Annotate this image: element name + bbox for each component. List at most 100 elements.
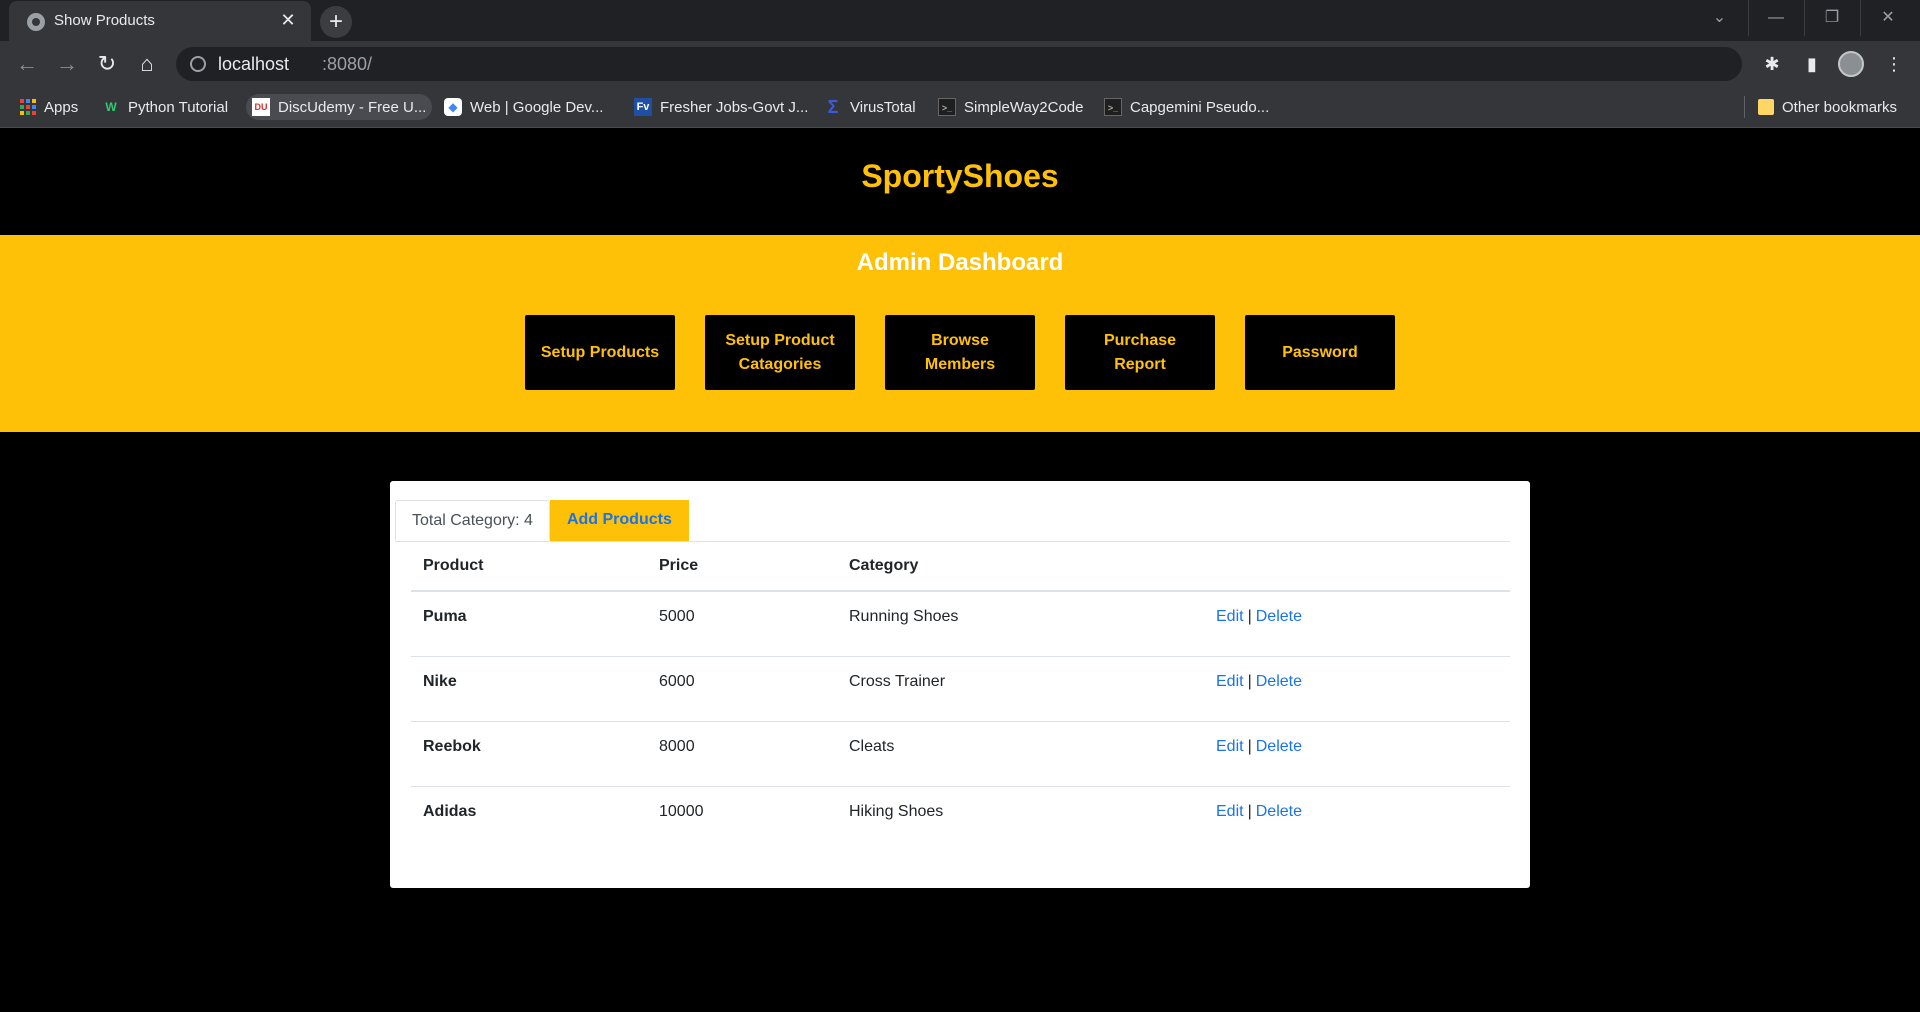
- tab-total-category[interactable]: Total Category: 4: [395, 500, 550, 541]
- action-separator: |: [1247, 802, 1252, 820]
- url-host: localhost: [218, 54, 290, 74]
- bookmark-label: Apps: [44, 98, 79, 116]
- bookmark-label: SimpleWay2Code: [964, 98, 1084, 116]
- product-category: Hiking Shoes: [849, 802, 944, 820]
- row-actions: Edit | Delete: [1204, 656, 1510, 722]
- extensions-puzzle-icon[interactable]: ✱: [1758, 50, 1786, 78]
- action-separator: |: [1247, 672, 1252, 690]
- bookmark-apps[interactable]: Apps: [14, 94, 84, 120]
- browser-toolbar: ← → ↻ ⌂ localhost :8080/ ✱ ▮ ⋮: [0, 41, 1920, 86]
- browser-tabstrip: Show Products ✕ + ⌄ — ❐ ✕: [0, 0, 1920, 41]
- home-icon[interactable]: ⌂: [133, 50, 161, 78]
- globe-icon: [27, 13, 45, 31]
- minimize-icon[interactable]: —: [1748, 0, 1803, 36]
- bookmarks-bar: Apps W Python Tutorial DU DiscUdemy - Fr…: [0, 86, 1920, 128]
- site-info-icon[interactable]: [190, 56, 206, 72]
- address-bar[interactable]: localhost :8080/: [176, 47, 1742, 81]
- product-category: Cleats: [837, 721, 1204, 787]
- action-separator: |: [1247, 737, 1252, 755]
- column-header-category: Category: [837, 542, 1204, 592]
- bookmark-label: DiscUdemy - Free U...: [278, 98, 427, 116]
- bookmark-capgemini[interactable]: >_ Capgemini Pseudo...: [1098, 94, 1275, 120]
- site-brand: SportyShoes: [861, 158, 1059, 194]
- delete-link[interactable]: Delete: [1256, 608, 1302, 625]
- row-actions: Edit | Delete: [1204, 721, 1510, 787]
- virustotal-icon: Σ: [827, 97, 839, 117]
- edit-link[interactable]: Edit: [1216, 608, 1244, 625]
- menu-kebab-icon[interactable]: ⋮: [1880, 50, 1908, 78]
- bookmark-google-dev[interactable]: ◆ Web | Google Dev...: [438, 94, 609, 120]
- terminal-icon: >_: [938, 98, 956, 116]
- product-price: 5000: [647, 591, 837, 657]
- edit-link[interactable]: Edit: [1216, 803, 1244, 820]
- table-row: Adidas 10000 Hiking Shoes Edit | Delete: [411, 786, 1510, 851]
- bookmark-other[interactable]: Other bookmarks: [1752, 94, 1903, 120]
- edit-link[interactable]: Edit: [1216, 673, 1244, 690]
- product-price: 6000: [647, 656, 837, 722]
- bookmark-label: Capgemini Pseudo...: [1130, 98, 1270, 116]
- delete-link[interactable]: Delete: [1256, 673, 1302, 690]
- tab-add-products[interactable]: Add Products: [549, 500, 689, 541]
- row-actions: Edit | Delete: [1204, 786, 1510, 851]
- product-category: Cross Trainer: [837, 656, 1204, 722]
- side-panel-icon[interactable]: ▮: [1798, 50, 1826, 78]
- action-separator: |: [1247, 608, 1252, 625]
- close-window-icon[interactable]: ✕: [1860, 0, 1915, 36]
- fv-icon: Fv: [634, 98, 652, 116]
- bookmark-label: VirusTotal: [850, 98, 916, 116]
- bookmark-label: Fresher Jobs-Govt J...: [660, 98, 809, 116]
- reload-icon[interactable]: ↻: [93, 50, 121, 78]
- table-header-row: Product Price Category: [411, 542, 1510, 592]
- discudemy-icon: DU: [252, 98, 270, 116]
- product-name: Adidas: [423, 802, 477, 820]
- bookmark-fresher-jobs[interactable]: Fv Fresher Jobs-Govt J...: [628, 94, 814, 120]
- products-tabs: Total Category: 4 Add Products: [395, 500, 689, 541]
- table-row: Puma 5000 Running Shoes Edit | Delete: [411, 591, 1510, 657]
- column-header-product: Product: [411, 542, 647, 592]
- folder-icon: [1758, 99, 1774, 115]
- back-arrow-icon[interactable]: ←: [13, 50, 41, 78]
- bookmark-label: Python Tutorial: [128, 98, 229, 116]
- product-name: Nike: [411, 656, 647, 722]
- apps-grid-icon: [20, 99, 36, 115]
- bookmark-label: Other bookmarks: [1782, 98, 1898, 116]
- product-price: 10000: [659, 802, 704, 820]
- bookmark-label: Web | Google Dev...: [470, 98, 604, 116]
- setup-products-button[interactable]: Setup Products: [525, 315, 675, 390]
- bookmarks-divider: [1744, 96, 1745, 118]
- profile-avatar[interactable]: [1838, 51, 1864, 77]
- close-tab-icon[interactable]: ✕: [277, 9, 299, 31]
- edit-link[interactable]: Edit: [1216, 738, 1244, 755]
- bookmark-python-tutorial[interactable]: W Python Tutorial: [96, 94, 234, 120]
- table-row: Nike 6000 Cross Trainer Edit | Delete: [411, 656, 1510, 722]
- delete-link[interactable]: Delete: [1256, 803, 1302, 820]
- password-button[interactable]: Password: [1245, 315, 1395, 390]
- tab-title: Show Products: [54, 12, 155, 29]
- setup-categories-button[interactable]: Setup Product Catagories: [705, 315, 855, 390]
- new-tab-button[interactable]: +: [320, 6, 352, 38]
- restore-icon[interactable]: ❐: [1804, 0, 1859, 36]
- products-card: Total Category: 4 Add Products Product P…: [390, 481, 1530, 888]
- w-icon: W: [105, 100, 117, 114]
- admin-dashboard: Admin Dashboard Setup Products Setup Pro…: [0, 235, 1920, 432]
- bookmark-simpleway2code[interactable]: >_ SimpleWay2Code: [932, 94, 1090, 120]
- table-row: Reebok 8000 Cleats Edit | Delete: [411, 721, 1510, 787]
- delete-link[interactable]: Delete: [1256, 738, 1302, 755]
- bookmark-discudemy[interactable]: DU DiscUdemy - Free U...: [246, 94, 433, 120]
- products-table: Product Price Category Puma 5000 Running…: [411, 542, 1510, 851]
- product-category: Running Shoes: [837, 591, 1204, 657]
- page-content: SportyShoes Admin Dashboard Setup Produc…: [0, 129, 1920, 1012]
- purchase-report-button[interactable]: Purchase Report: [1065, 315, 1215, 390]
- forward-arrow-icon[interactable]: →: [53, 50, 81, 78]
- dashboard-title: Admin Dashboard: [856, 249, 1064, 276]
- url-port: :8080/: [322, 54, 373, 74]
- bookmark-virustotal[interactable]: Σ VirusTotal: [818, 94, 922, 120]
- browser-tab[interactable]: Show Products ✕: [9, 1, 311, 41]
- google-dev-icon: ◆: [444, 98, 462, 116]
- browse-members-button[interactable]: Browse Members: [885, 315, 1035, 390]
- product-name: Puma: [411, 591, 647, 657]
- product-name: Reebok: [411, 721, 647, 787]
- tab-search-icon[interactable]: ⌄: [1692, 0, 1747, 36]
- product-price: 8000: [647, 721, 837, 787]
- column-header-actions: [1204, 542, 1510, 592]
